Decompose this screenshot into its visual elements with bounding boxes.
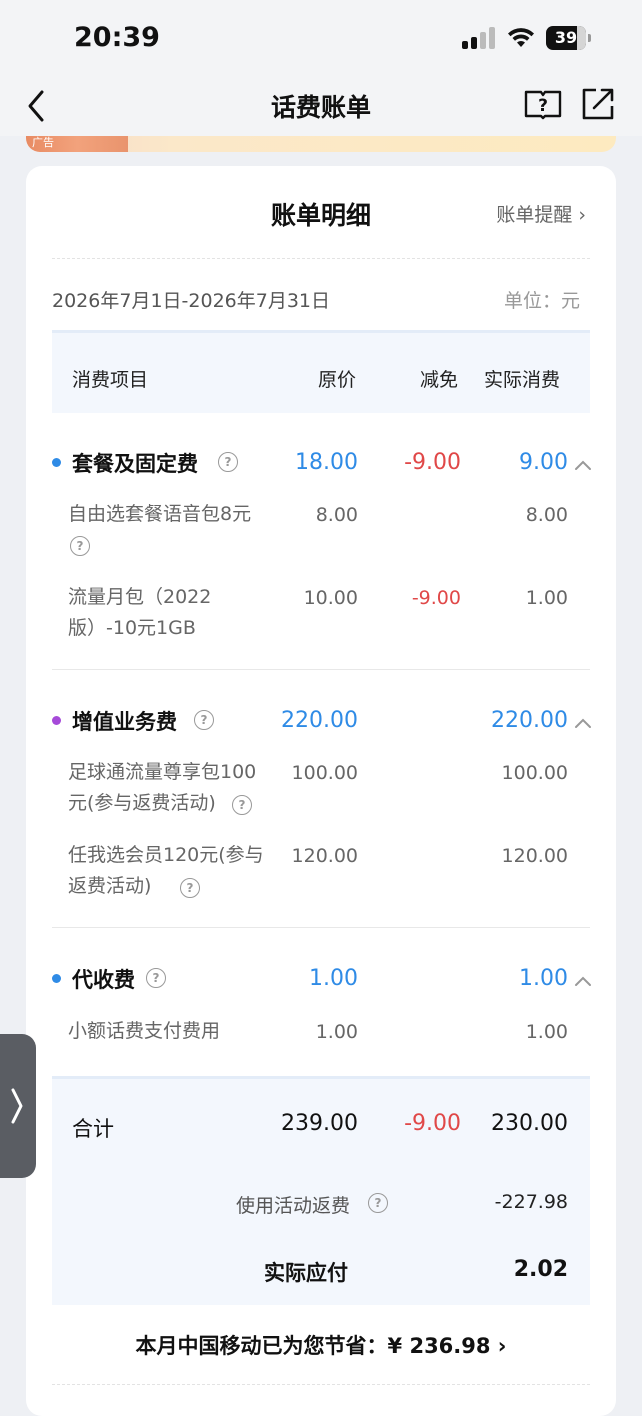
question-icon[interactable]: ? <box>194 710 214 730</box>
line-item-actual: 120.00 <box>501 845 568 867</box>
total-actual: 230.00 <box>491 1111 568 1136</box>
ad-image: 广告 <box>26 136 128 152</box>
ad-label: 广告 <box>32 136 54 149</box>
battery-icon: 39 <box>546 26 591 50</box>
total-original: 239.00 <box>281 1111 358 1136</box>
line-item-original: 100.00 <box>291 762 358 784</box>
rebate-value: -227.98 <box>494 1191 568 1213</box>
divider <box>52 669 590 670</box>
line-item-name: 流量月包（2022版）-10元1GB <box>68 586 212 639</box>
cellular-signal-icon <box>462 27 496 49</box>
line-item-label: 自由选套餐语音包8元 <box>68 503 252 525</box>
table-header: 消费项目 原价 减免 实际消费 <box>52 330 590 413</box>
line-item-actual: 8.00 <box>525 504 568 526</box>
totals-section: 合计 239.00 -9.00 230.00 使用活动返费 ? -227.98 … <box>52 1076 590 1305</box>
divider <box>52 1384 590 1385</box>
currency-unit: 单位：元 <box>503 290 580 312</box>
category-original: 220.00 <box>281 708 358 733</box>
status-time: 20:39 <box>74 22 160 53</box>
category-discount: -9.00 <box>404 450 461 475</box>
question-icon[interactable]: ? <box>180 878 200 898</box>
line-item-label: 任我选会员120元(参与返费活动) <box>68 844 264 897</box>
side-expand-tab[interactable] <box>0 1034 36 1178</box>
line-item-actual: 100.00 <box>501 762 568 784</box>
share-icon[interactable] <box>580 86 616 122</box>
header-actual: 实际消费 <box>484 369 561 391</box>
category-dot <box>52 974 61 983</box>
savings-link[interactable]: 本月中国移动已为您节省：¥ 236.98 › <box>26 1330 616 1360</box>
line-item-name: 小额话费支付费用 <box>68 1020 221 1042</box>
header-original: 原价 <box>318 369 357 391</box>
line-item-name: 自由选套餐语音包8元 <box>68 499 278 530</box>
line-item-original: 8.00 <box>315 504 358 526</box>
side-expand-icon <box>11 1088 23 1124</box>
question-icon[interactable]: ? <box>146 968 166 988</box>
amount-due-value: 2.02 <box>513 1257 568 1282</box>
bill-detail-card: 账单明细 账单提醒 › 2026年7月1日-2026年7月31日 单位：元 消费… <box>26 166 616 1416</box>
category-original: 1.00 <box>309 966 358 991</box>
battery-level: 39 <box>554 28 578 47</box>
category-dot <box>52 458 61 467</box>
question-icon[interactable]: ? <box>70 536 90 556</box>
category-name: 代收费 <box>72 968 135 992</box>
rebate-label: 使用活动返费 <box>236 1195 351 1217</box>
line-item-discount: -9.00 <box>411 587 461 609</box>
divider <box>52 927 590 928</box>
category-name: 增值业务费 <box>72 710 177 734</box>
line-item-original: 10.00 <box>303 587 358 609</box>
category-dot <box>52 716 61 725</box>
total-discount: -9.00 <box>404 1111 461 1136</box>
header-item: 消费项目 <box>72 369 149 391</box>
svg-text:?: ? <box>538 96 548 116</box>
category-name: 套餐及固定费 <box>72 452 198 476</box>
nav-bar: 话费账单 ? <box>0 76 642 136</box>
category-original: 18.00 <box>295 450 358 475</box>
help-book-icon[interactable]: ? <box>524 88 562 120</box>
line-item-actual: 1.00 <box>525 587 568 609</box>
question-icon[interactable]: ? <box>368 1193 388 1213</box>
category-actual: 220.00 <box>491 708 568 733</box>
status-bar: 20:39 39 <box>0 0 642 76</box>
billing-period: 2026年7月1日-2026年7月31日 <box>52 290 331 312</box>
line-item-original: 120.00 <box>291 845 358 867</box>
line-item-original: 1.00 <box>315 1021 358 1043</box>
divider <box>52 258 590 259</box>
line-item-actual: 1.00 <box>525 1021 568 1043</box>
ad-banner[interactable]: 广告 <box>26 136 616 152</box>
chevron-up-icon[interactable] <box>573 974 593 988</box>
wifi-icon <box>508 28 534 47</box>
category-actual: 1.00 <box>519 966 568 991</box>
bill-reminder-link[interactable]: 账单提醒 › <box>496 200 586 227</box>
chevron-up-icon[interactable] <box>573 716 593 730</box>
category-actual: 9.00 <box>519 450 568 475</box>
question-icon[interactable]: ? <box>232 795 252 815</box>
line-item-label: 足球通流量尊享包100元(参与返费活动) <box>68 761 257 814</box>
amount-due-label: 实际应付 <box>264 1261 348 1285</box>
question-icon[interactable]: ? <box>218 452 238 472</box>
chevron-up-icon[interactable] <box>573 458 593 472</box>
total-label: 合计 <box>72 1117 114 1141</box>
header-discount: 减免 <box>420 369 459 391</box>
line-item-name: 任我选会员120元(参与返费活动) <box>68 840 268 902</box>
